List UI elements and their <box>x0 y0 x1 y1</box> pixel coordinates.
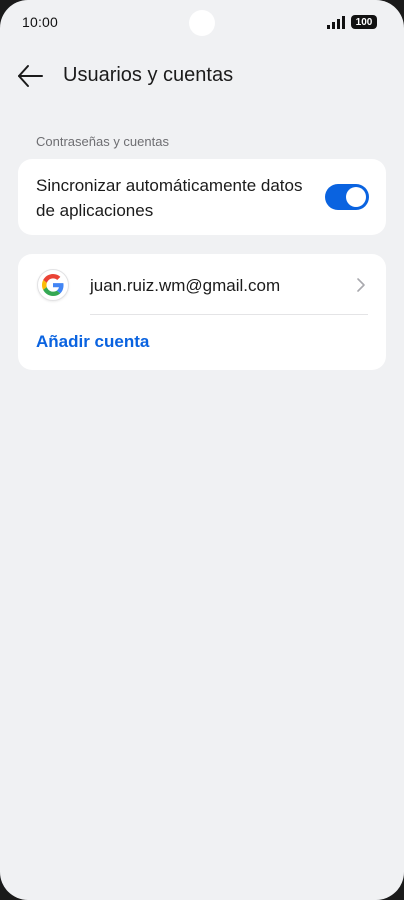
accounts-card: juan.ruiz.wm@gmail.com Añadir cuenta <box>18 254 386 370</box>
page-title: Usuarios y cuentas <box>63 64 234 86</box>
toggle-knob <box>346 187 366 207</box>
header: Usuarios y cuentas <box>0 56 404 96</box>
account-row-google[interactable]: juan.ruiz.wm@gmail.com <box>18 254 386 314</box>
camera-cutout <box>189 10 215 36</box>
sync-card: Sincronizar automáticamente datos de apl… <box>18 159 386 235</box>
account-email: juan.ruiz.wm@gmail.com <box>90 276 281 295</box>
status-time: 10:00 <box>22 14 59 30</box>
battery-icon: 100 <box>351 15 377 29</box>
back-arrow-icon[interactable] <box>14 62 46 90</box>
section-label: Contraseñas y cuentas <box>36 134 169 149</box>
battery-level: 100 <box>355 16 373 28</box>
screen: 10:00 100 Usuarios y cuentas Contraseñas… <box>0 0 404 900</box>
google-icon <box>37 269 69 301</box>
add-account-button[interactable]: Añadir cuenta <box>36 332 149 352</box>
sync-label: Sincronizar automáticamente datos de apl… <box>36 176 303 220</box>
chevron-right-icon <box>357 278 365 292</box>
sync-toggle[interactable] <box>325 184 369 210</box>
signal-icon <box>327 16 345 29</box>
status-bar: 10:00 100 <box>0 0 404 44</box>
divider <box>90 314 368 315</box>
